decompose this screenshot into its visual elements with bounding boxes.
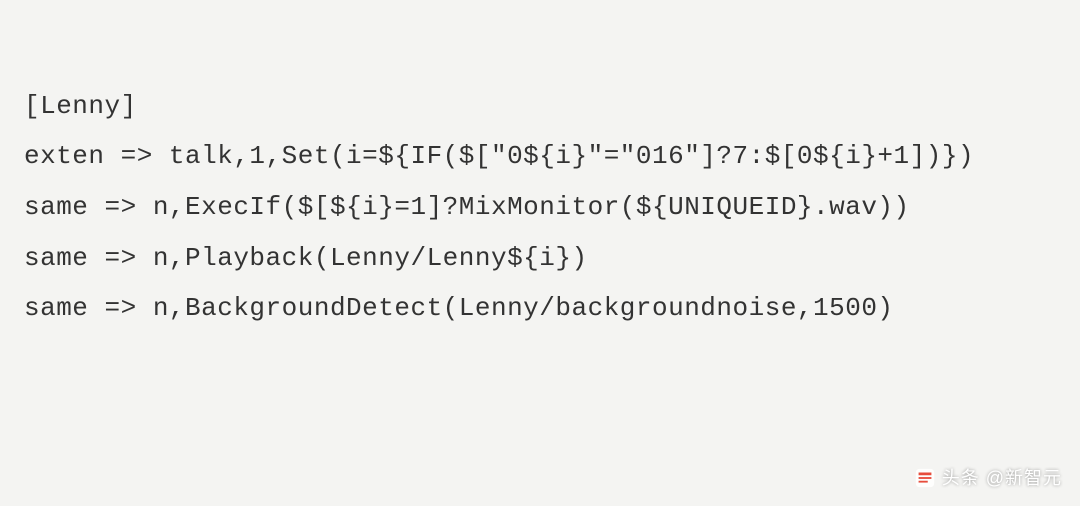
watermark: 头条 @新智元 bbox=[914, 461, 1062, 496]
code-line-3: same => n,ExecIf($[${i}=1]?MixMonitor(${… bbox=[24, 192, 910, 222]
code-line-1: [Lenny] bbox=[24, 91, 137, 121]
watermark-prefix: 头条 bbox=[942, 461, 980, 496]
code-block: [Lenny] exten => talk,1,Set(i=${IF($["0$… bbox=[24, 30, 1056, 334]
watermark-attribution: @新智元 bbox=[986, 461, 1062, 496]
toutiao-icon bbox=[914, 467, 936, 489]
code-line-4: same => n,Playback(Lenny/Lenny${i}) bbox=[24, 243, 588, 273]
code-line-2: exten => talk,1,Set(i=${IF($["0${i}"="01… bbox=[24, 141, 974, 171]
code-line-5: same => n,BackgroundDetect(Lenny/backgro… bbox=[24, 293, 894, 323]
